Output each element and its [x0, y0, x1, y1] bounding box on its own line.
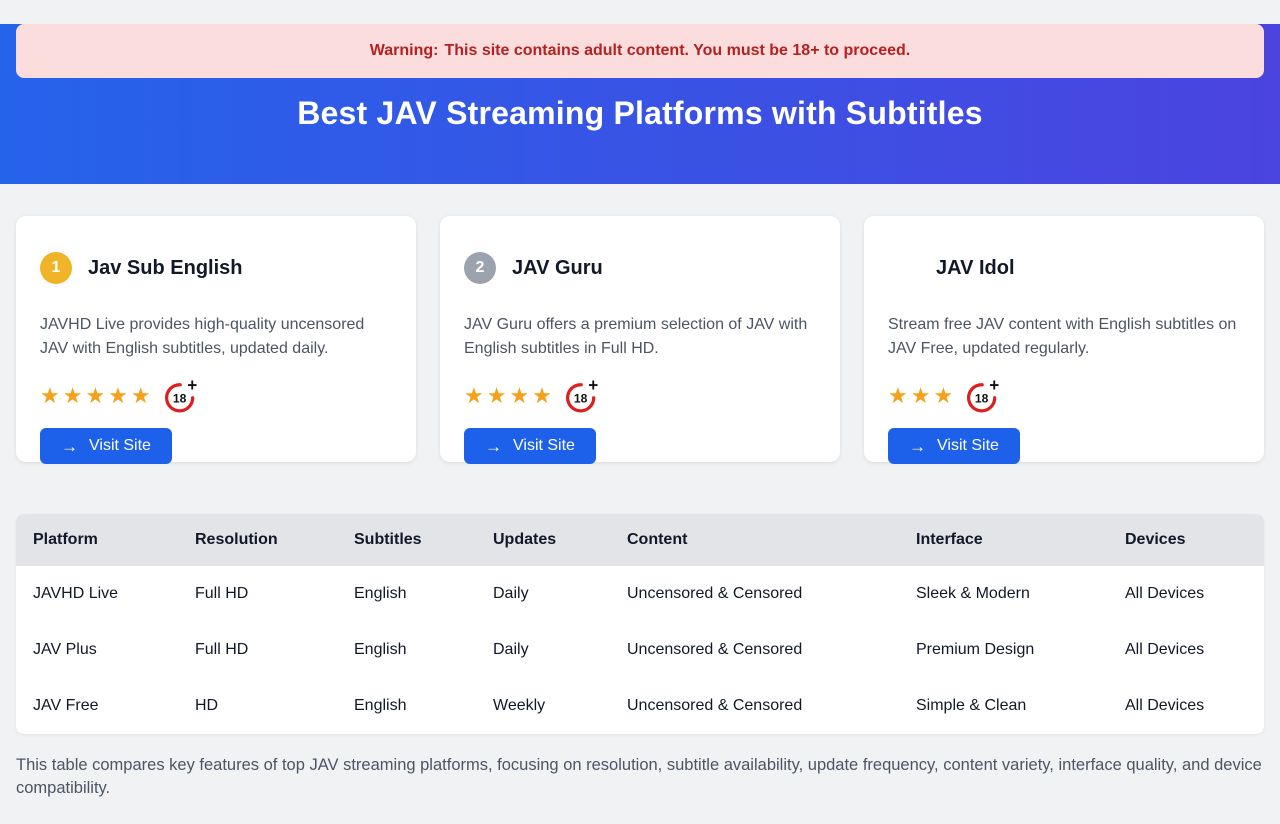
svg-text:18: 18 [975, 391, 989, 405]
comparison-table: Platform Resolution Subtitles Updates Co… [16, 514, 1264, 734]
star-rating: ★★★ [888, 385, 956, 407]
visit-site-button[interactable]: → Visit Site [40, 428, 172, 464]
table-body: JAVHD Live Full HD English Daily Uncenso… [16, 566, 1264, 734]
comparison-table-section: Platform Resolution Subtitles Updates Co… [16, 514, 1264, 734]
table-cell: English [337, 678, 476, 734]
platform-card-3: JAV Idol Stream free JAV content with En… [864, 216, 1264, 462]
svg-text:18: 18 [574, 391, 588, 405]
table-cell: Uncensored & Censored [610, 622, 899, 678]
rank-badge: 1 [40, 252, 72, 284]
star-rating: ★★★★★ [40, 385, 154, 407]
footer-note: This table compares key features of top … [16, 754, 1264, 800]
warning-prefix: Warning: [370, 42, 439, 60]
platform-cards: 1 Jav Sub English JAVHD Live provides hi… [16, 216, 1264, 462]
table-cell: JAV Free [16, 678, 178, 734]
warning-banner: Warning: This site contains adult conten… [16, 24, 1264, 78]
18-plus-icon: 18 + [163, 378, 199, 414]
card-description: JAVHD Live provides high-quality uncenso… [40, 313, 392, 361]
table-cell: Sleek & Modern [899, 566, 1108, 622]
visit-site-label: Visit Site [513, 437, 575, 455]
column-header-updates: Updates [476, 514, 610, 566]
rank-badge [888, 252, 920, 284]
card-head: 2 JAV Guru [464, 240, 816, 296]
table-header: Platform Resolution Subtitles Updates Co… [16, 514, 1264, 566]
table-row: JAV Free HD English Weekly Uncensored & … [16, 678, 1264, 734]
column-header-content: Content [610, 514, 899, 566]
arrow-right-icon: → [61, 438, 78, 455]
table-cell: Premium Design [899, 622, 1108, 678]
18-plus-icon: 18 + [564, 378, 600, 414]
table-cell: Simple & Clean [899, 678, 1108, 734]
card-description: Stream free JAV content with English sub… [888, 313, 1240, 361]
table-row: JAV Plus Full HD English Daily Uncensore… [16, 622, 1264, 678]
column-header-interface: Interface [899, 514, 1108, 566]
table-cell: All Devices [1108, 678, 1264, 734]
warning-text: This site contains adult content. You mu… [445, 42, 911, 60]
column-header-subtitles: Subtitles [337, 514, 476, 566]
page-title: Best JAV Streaming Platforms with Subtit… [0, 95, 1280, 132]
arrow-right-icon: → [485, 438, 502, 455]
table-cell: All Devices [1108, 566, 1264, 622]
rank-badge: 2 [464, 252, 496, 284]
card-head: 1 Jav Sub English [40, 240, 392, 296]
table-cell: HD [178, 678, 337, 734]
table-cell: Daily [476, 566, 610, 622]
rating-row: ★★★★★ 18 + [40, 377, 392, 415]
visit-site-label: Visit Site [937, 437, 999, 455]
table-cell: Full HD [178, 566, 337, 622]
card-title: JAV Idol [936, 257, 1015, 280]
table-cell: Daily [476, 622, 610, 678]
table-cell: JAV Plus [16, 622, 178, 678]
card-title: Jav Sub English [88, 257, 242, 280]
svg-text:+: + [187, 378, 197, 395]
table-header-row: Platform Resolution Subtitles Updates Co… [16, 514, 1264, 566]
visit-site-label: Visit Site [89, 437, 151, 455]
table-row: JAVHD Live Full HD English Daily Uncenso… [16, 566, 1264, 622]
column-header-platform: Platform [16, 514, 178, 566]
star-rating: ★★★★ [464, 385, 555, 407]
page-header: Warning: This site contains adult conten… [0, 24, 1280, 184]
table-cell: All Devices [1108, 622, 1264, 678]
svg-text:+: + [989, 378, 999, 395]
table-cell: English [337, 566, 476, 622]
column-header-resolution: Resolution [178, 514, 337, 566]
visit-site-button[interactable]: → Visit Site [888, 428, 1020, 464]
svg-text:18: 18 [173, 391, 187, 405]
18-plus-icon: 18 + [965, 378, 1001, 414]
table-cell: JAVHD Live [16, 566, 178, 622]
column-header-devices: Devices [1108, 514, 1264, 566]
card-head: JAV Idol [888, 240, 1240, 296]
table-cell: Uncensored & Censored [610, 678, 899, 734]
platform-card-2: 2 JAV Guru JAV Guru offers a premium sel… [440, 216, 840, 462]
arrow-right-icon: → [909, 438, 926, 455]
rating-row: ★★★★ 18 + [464, 377, 816, 415]
main-content: 1 Jav Sub English JAVHD Live provides hi… [0, 216, 1280, 800]
svg-text:+: + [588, 378, 598, 395]
card-title: JAV Guru [512, 257, 603, 280]
table-cell: Full HD [178, 622, 337, 678]
table-cell: English [337, 622, 476, 678]
card-description: JAV Guru offers a premium selection of J… [464, 313, 816, 361]
rating-row: ★★★ 18 + [888, 377, 1240, 415]
table-cell: Weekly [476, 678, 610, 734]
table-cell: Uncensored & Censored [610, 566, 899, 622]
platform-card-1: 1 Jav Sub English JAVHD Live provides hi… [16, 216, 416, 462]
visit-site-button[interactable]: → Visit Site [464, 428, 596, 464]
